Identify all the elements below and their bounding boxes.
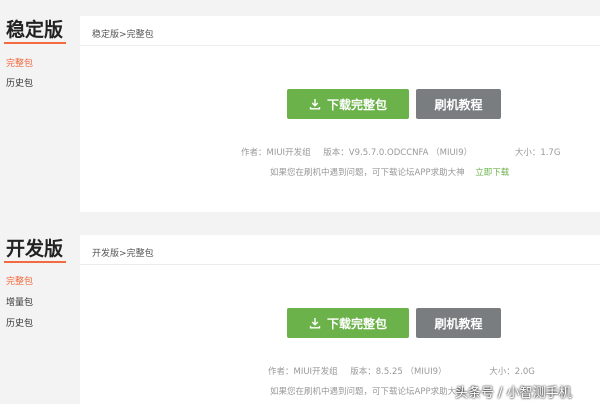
help-text: 如果您在刷机中遇到问题，可下载论坛APP求助大神 立即下载 (270, 166, 509, 178)
sidebar-item-full-package[interactable]: 完整包 (6, 274, 33, 287)
stable-title-underline (4, 42, 66, 44)
download-button-label: 下载完整包 (326, 97, 387, 112)
dev-title-underline (4, 261, 66, 263)
download-app-link[interactable]: 立即下载 (475, 168, 509, 178)
help-message: 如果您在刷机中遇到问题，可下载论坛APP求助大神 (270, 387, 465, 397)
flash-tutorial-button[interactable]: 刷机教程 (416, 308, 501, 338)
meta-size: 大小：1.7G (514, 148, 561, 158)
package-meta: 作者：MIUI开发组 版本：8.5.25 （MIUI9） 大小：2.0G (268, 365, 535, 377)
dev-sidebar: 开发版 完整包 增量包 历史包 (0, 230, 72, 404)
meta-version: 版本：8.5.25 （MIUI9） (350, 367, 447, 377)
package-meta: 作者：MIUI开发组 版本：V9.5.7.0.ODCCNFA （MIUI9） 大… (241, 146, 560, 158)
dev-title: 开发版 (6, 238, 64, 260)
breadcrumb: 开发版>完整包 (80, 235, 600, 265)
stable-title: 稳定版 (6, 19, 64, 41)
meta-size: 大小：2.0G (489, 367, 535, 377)
dev-section: 开发版 完整包 增量包 历史包 开发版>完整包 下载完整包 刷机教程 作者：MI… (0, 230, 600, 404)
download-full-package-button[interactable]: 下载完整包 (287, 308, 409, 338)
help-text: 如果您在刷机中遇到问题，可下载论坛APP求助大神 (270, 385, 465, 397)
sidebar-item-history-package[interactable]: 历史包 (6, 76, 33, 89)
breadcrumb: 稳定版>完整包 (80, 16, 600, 46)
meta-version: 版本：V9.5.7.0.ODCCNFA （MIUI9） (323, 148, 473, 158)
stable-sidebar: 稳定版 完整包 历史包 (0, 0, 72, 218)
download-button-label: 下载完整包 (326, 316, 387, 331)
watermark: 头条号 / 小智测手机 (455, 386, 572, 401)
meta-author: 作者：MIUI开发组 (241, 148, 311, 158)
sidebar-item-history-package[interactable]: 历史包 (6, 316, 33, 329)
breadcrumb-separator: > (119, 249, 127, 259)
stable-section: 稳定版 完整包 历史包 稳定版>完整包 下载完整包 刷机教程 作者：MIUI开发… (0, 0, 600, 218)
breadcrumb-separator: > (119, 30, 127, 40)
download-icon (309, 318, 321, 329)
sidebar-item-incremental-package[interactable]: 增量包 (6, 295, 33, 308)
breadcrumb-parent[interactable]: 稳定版 (92, 30, 119, 40)
breadcrumb-parent[interactable]: 开发版 (92, 249, 119, 259)
download-icon (309, 99, 321, 110)
help-message: 如果您在刷机中遇到问题，可下载论坛APP求助大神 (270, 168, 465, 178)
dev-panel: 开发版>完整包 下载完整包 刷机教程 作者：MIUI开发组 版本：8.5.25 … (80, 235, 600, 404)
flash-tutorial-button[interactable]: 刷机教程 (416, 89, 501, 119)
breadcrumb-current: 完整包 (126, 30, 154, 40)
download-full-package-button[interactable]: 下载完整包 (287, 89, 409, 119)
sidebar-item-full-package[interactable]: 完整包 (6, 56, 33, 69)
meta-author: 作者：MIUI开发组 (268, 367, 338, 377)
stable-panel: 稳定版>完整包 下载完整包 刷机教程 作者：MIUI开发组 版本：V9.5.7.… (80, 16, 600, 212)
breadcrumb-current: 完整包 (126, 249, 154, 259)
